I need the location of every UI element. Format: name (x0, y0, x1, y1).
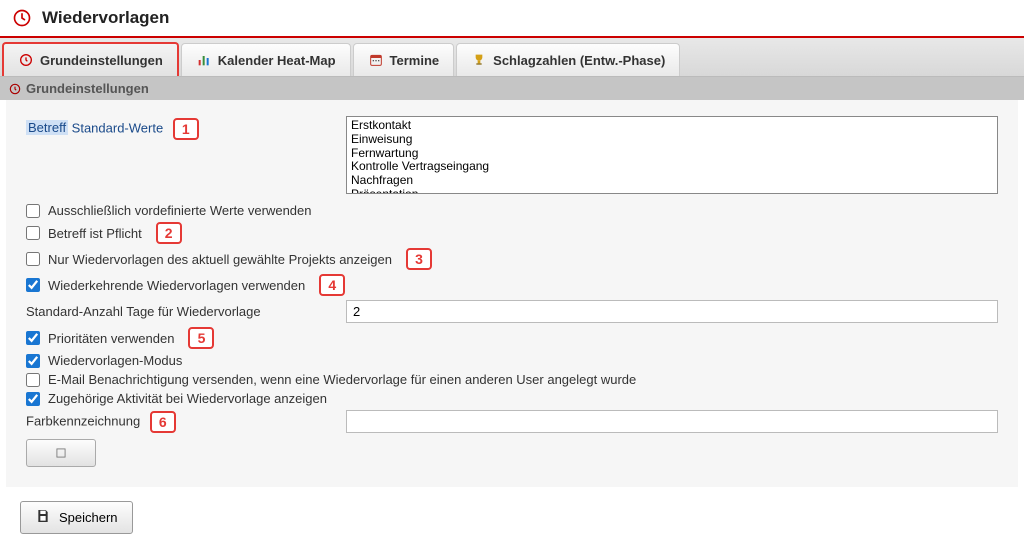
checkbox-only-predefined[interactable] (26, 204, 40, 218)
checkbox-prio[interactable] (26, 331, 40, 345)
row-activity: Zugehörige Aktivität bei Wiedervorlage a… (26, 391, 998, 406)
footer: Speichern (0, 491, 1024, 554)
color-picker-button[interactable] (26, 439, 96, 467)
label-color: Farbkennzeichnung 6 (26, 411, 346, 433)
row-modus: Wiedervorlagen-Modus (26, 353, 998, 368)
tab-label: Grundeinstellungen (40, 53, 163, 68)
row-prio: Prioritäten verwenden 5 (26, 327, 998, 349)
row-days: Standard-Anzahl Tage für Wiedervorlage (26, 300, 998, 323)
clock-icon (8, 82, 22, 96)
label-color-text: Farbkennzeichnung (26, 413, 140, 428)
page-header: Wiedervorlagen (0, 0, 1024, 38)
save-icon (35, 508, 51, 527)
tab-grundeinstellungen[interactable]: Grundeinstellungen (2, 42, 179, 76)
label-activity: Zugehörige Aktivität bei Wiedervorlage a… (48, 391, 327, 406)
row-only-project: Nur Wiedervorlagen des aktuell gewählte … (26, 248, 998, 270)
row-color: Farbkennzeichnung 6 (26, 410, 998, 433)
save-label: Speichern (59, 510, 118, 525)
callout-2: 2 (156, 222, 182, 244)
settings-panel: Betreff Standard-Werte 1 Ausschließlich … (6, 100, 1018, 487)
square-icon (54, 446, 68, 460)
checkbox-betreff-pflicht[interactable] (26, 226, 40, 240)
section-header: Grundeinstellungen (0, 77, 1024, 100)
row-betreff-pflicht: Betreff ist Pflicht 2 (26, 222, 998, 244)
checkbox-email[interactable] (26, 373, 40, 387)
checkbox-activity[interactable] (26, 392, 40, 406)
checkbox-only-project[interactable] (26, 252, 40, 266)
tab-label: Schlagzahlen (Entw.-Phase) (493, 53, 665, 68)
label-only-predefined: Ausschließlich vordefinierte Werte verwe… (48, 203, 312, 218)
page-title: Wiedervorlagen (42, 8, 169, 28)
betreff-label-part-b: Standard-Werte (68, 120, 163, 135)
section-title: Grundeinstellungen (26, 81, 149, 96)
callout-3: 3 (406, 248, 432, 270)
calendar-icon (368, 52, 384, 68)
label-prio: Prioritäten verwenden (48, 331, 174, 346)
tab-label: Kalender Heat-Map (218, 53, 336, 68)
label-modus: Wiedervorlagen-Modus (48, 353, 182, 368)
betreff-values-textarea[interactable] (346, 116, 998, 194)
input-color[interactable] (346, 410, 998, 433)
row-betreff-values: Betreff Standard-Werte 1 (26, 116, 998, 197)
checkbox-modus[interactable] (26, 354, 40, 368)
betreff-label: Betreff Standard-Werte 1 (26, 116, 346, 140)
label-recurring: Wiederkehrende Wiedervorlagen verwenden (48, 278, 305, 293)
label-days: Standard-Anzahl Tage für Wiedervorlage (26, 304, 346, 319)
tab-label: Termine (390, 53, 440, 68)
callout-4: 4 (319, 274, 345, 296)
tab-termine[interactable]: Termine (353, 43, 455, 76)
row-email: E-Mail Benachrichtigung versenden, wenn … (26, 372, 998, 387)
label-email: E-Mail Benachrichtigung versenden, wenn … (48, 372, 636, 387)
label-only-project: Nur Wiedervorlagen des aktuell gewählte … (48, 252, 392, 267)
trophy-icon (471, 52, 487, 68)
input-days[interactable] (346, 300, 998, 323)
save-button[interactable]: Speichern (20, 501, 133, 534)
checkbox-recurring[interactable] (26, 278, 40, 292)
row-recurring: Wiederkehrende Wiedervorlagen verwenden … (26, 274, 998, 296)
clock-icon (18, 52, 34, 68)
bar-chart-icon (196, 52, 212, 68)
betreff-label-part-a: Betreff (26, 120, 68, 135)
label-betreff-pflicht: Betreff ist Pflicht (48, 226, 142, 241)
tab-bar: Grundeinstellungen Kalender Heat-Map Ter… (0, 38, 1024, 77)
callout-5: 5 (188, 327, 214, 349)
callout-1: 1 (173, 118, 199, 140)
tab-schlagzahlen[interactable]: Schlagzahlen (Entw.-Phase) (456, 43, 680, 76)
tab-heatmap[interactable]: Kalender Heat-Map (181, 43, 351, 76)
clock-icon (12, 8, 32, 28)
callout-6: 6 (150, 411, 176, 433)
row-only-predefined: Ausschließlich vordefinierte Werte verwe… (26, 203, 998, 218)
